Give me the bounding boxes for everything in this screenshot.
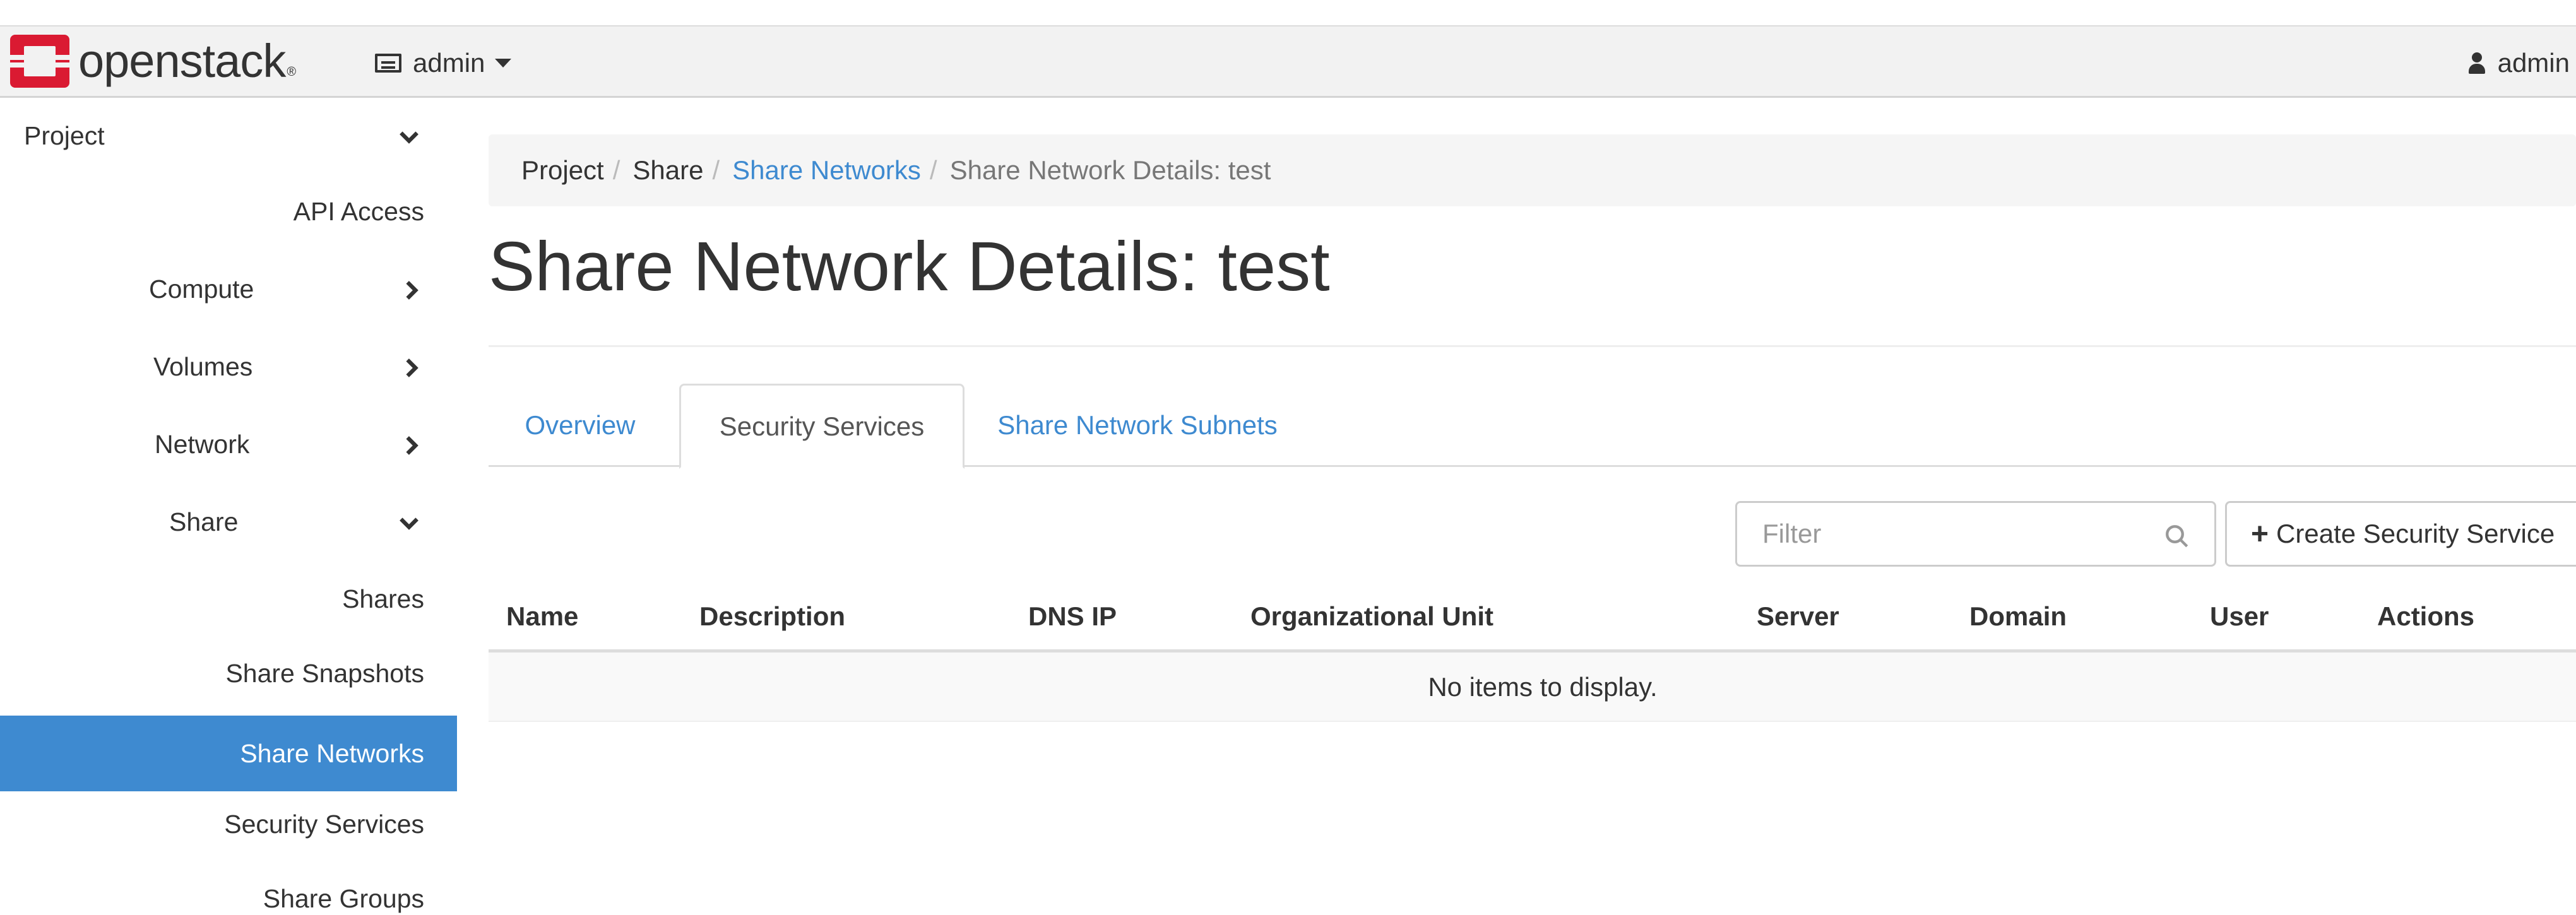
- page-title: Share Network Details: test: [489, 228, 1330, 305]
- sidebar-item-volumes[interactable]: Volumes: [0, 341, 457, 392]
- column-header-actions: Actions: [2377, 601, 2475, 631]
- sidebar-item-project[interactable]: Project: [0, 110, 457, 161]
- brand-registered-mark: ®: [287, 65, 297, 79]
- breadcrumb-share: Share: [632, 155, 704, 185]
- project-icon: [375, 54, 401, 73]
- table-empty-row: No items to display.: [489, 652, 2576, 722]
- detail-tabs: Overview Security Services Share Network…: [489, 384, 2576, 469]
- breadcrumb-separator: /: [612, 155, 620, 185]
- sidebar-item-label: Share Networks: [240, 738, 424, 768]
- sidebar-item-api-access[interactable]: API Access: [0, 186, 457, 237]
- filter-input[interactable]: Filter: [1735, 501, 2216, 567]
- sidebar-item-share-networks[interactable]: Share Networks: [0, 716, 457, 791]
- sidebar-item-label: Compute: [149, 274, 254, 304]
- sidebar-item-label: Share: [169, 507, 239, 536]
- top-navbar: openstack ® admin admin: [0, 25, 2576, 98]
- project-selector-label: admin: [413, 48, 485, 78]
- sidebar-item-label: Volumes: [153, 351, 253, 381]
- chevron-right-icon: [399, 433, 424, 458]
- user-menu-dropdown[interactable]: admin: [2468, 45, 2570, 81]
- sidebar-item-share-snapshots[interactable]: Share Snapshots: [0, 648, 457, 699]
- openstack-logo-icon: [10, 35, 69, 88]
- sidebar-item-label: Project: [24, 121, 105, 150]
- user-icon: [2468, 52, 2485, 74]
- tab-share-network-subnets[interactable]: Share Network Subnets: [973, 384, 1302, 467]
- sidebar-item-label: Share Groups: [263, 883, 424, 913]
- breadcrumb-separator: /: [929, 155, 937, 185]
- sidebar-item-shares[interactable]: Shares: [0, 574, 457, 624]
- sidebar-item-security-services[interactable]: Security Services: [0, 799, 457, 849]
- column-header-name[interactable]: Name: [506, 581, 578, 652]
- sidebar-item-label: Security Services: [224, 809, 424, 839]
- breadcrumb-project: Project: [521, 155, 604, 185]
- column-header-organizational-unit[interactable]: Organizational Unit: [1250, 581, 1493, 652]
- window-top-strip: [0, 0, 2576, 25]
- sidebar: Project API Access Compute Volumes Netwo…: [0, 98, 457, 915]
- column-header-dns-ip[interactable]: DNS IP: [1028, 581, 1117, 652]
- chevron-right-icon: [399, 355, 424, 381]
- column-header-description[interactable]: Description: [699, 581, 845, 652]
- breadcrumb-separator: /: [712, 155, 720, 185]
- sidebar-item-label: Shares: [342, 584, 424, 613]
- project-selector-dropdown[interactable]: admin: [375, 45, 512, 81]
- chevron-down-icon: [396, 511, 422, 536]
- sidebar-item-network[interactable]: Network: [0, 419, 457, 469]
- sidebar-item-label: Network: [155, 429, 250, 459]
- sidebar-item-share[interactable]: Share: [0, 497, 457, 547]
- chevron-right-icon: [399, 278, 424, 303]
- sidebar-item-label: Share Snapshots: [225, 658, 424, 688]
- column-header-user[interactable]: User: [2210, 581, 2269, 652]
- table-header: Name Description DNS IP Organizational U…: [489, 581, 2576, 652]
- breadcrumb-current: Share Network Details: test: [949, 155, 1271, 185]
- tab-security-services[interactable]: Security Services: [679, 384, 965, 469]
- sidebar-item-compute[interactable]: Compute: [0, 264, 457, 314]
- column-header-domain[interactable]: Domain: [1969, 581, 2067, 652]
- create-button-label: Create Security Service: [2276, 519, 2555, 548]
- tab-overview[interactable]: Overview: [489, 384, 672, 467]
- filter-placeholder: Filter: [1762, 519, 1822, 548]
- sidebar-item-share-groups[interactable]: Share Groups: [0, 873, 457, 915]
- empty-table-message: No items to display.: [1428, 672, 1658, 702]
- create-security-service-button[interactable]: + Create Security Service: [2225, 501, 2576, 567]
- search-icon: [2166, 525, 2188, 548]
- breadcrumb: Project / Share / Share Networks / Share…: [489, 134, 2576, 206]
- title-divider: [489, 345, 2576, 347]
- brand-name: openstack: [78, 35, 286, 87]
- column-header-server[interactable]: Server: [1757, 581, 1839, 652]
- sidebar-item-label: API Access: [293, 196, 424, 226]
- openstack-logo[interactable]: openstack ®: [10, 33, 296, 90]
- plus-icon: +: [2251, 517, 2269, 551]
- breadcrumb-share-networks-link[interactable]: Share Networks: [732, 155, 921, 186]
- chevron-down-icon: [396, 124, 422, 150]
- user-menu-label: admin: [2497, 48, 2570, 78]
- caret-down-icon: [495, 59, 512, 68]
